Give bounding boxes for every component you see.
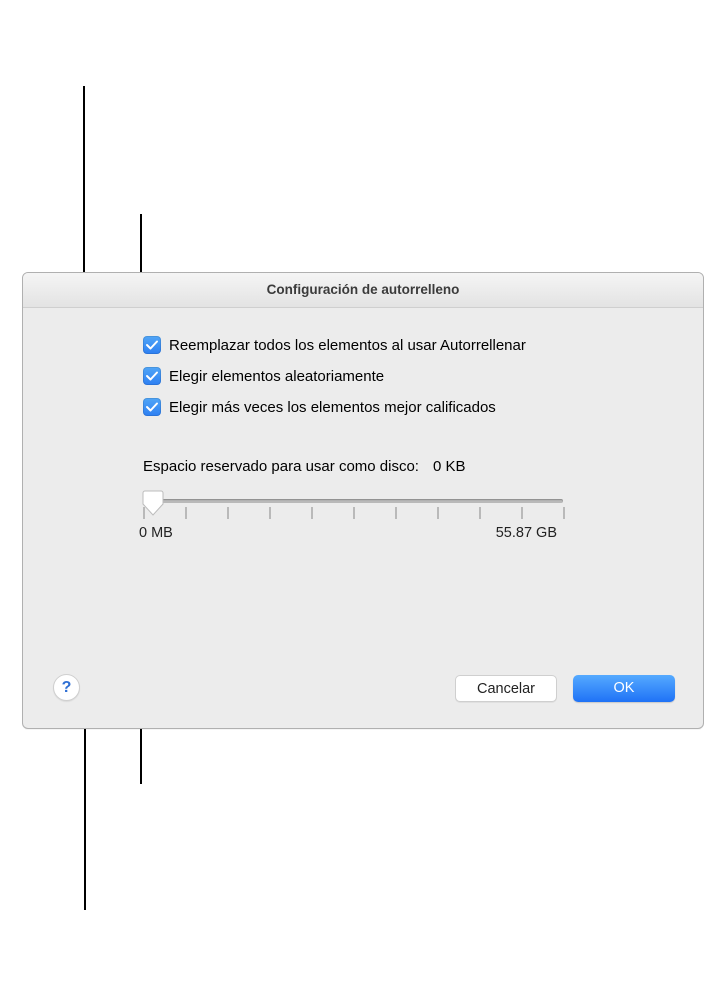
checkbox-row-rated[interactable]: Elegir más veces los elementos mejor cal… (143, 398, 673, 416)
dialog-title: Configuración de autorrelleno (23, 273, 703, 308)
disk-space-label-row: Espacio reservado para usar como disco: … (143, 458, 673, 475)
checkbox-random-label: Elegir elementos aleatoriamente (169, 368, 384, 385)
slider-ticks (143, 507, 563, 519)
checkmark-icon (145, 369, 159, 383)
help-button[interactable]: ? (53, 674, 80, 701)
help-icon: ? (62, 679, 72, 696)
slider-min-label: 0 MB (139, 525, 173, 541)
checkmark-icon (145, 400, 159, 414)
cancel-button-label: Cancelar (477, 681, 535, 697)
checkbox-rated-label: Elegir más veces los elementos mejor cal… (169, 399, 496, 416)
cancel-button[interactable]: Cancelar (455, 675, 557, 702)
checkbox-rated[interactable] (143, 398, 161, 416)
checkbox-row-random[interactable]: Elegir elementos aleatoriamente (143, 367, 673, 385)
slider-max-label: 55.87 GB (496, 525, 557, 541)
disk-space-label: Espacio reservado para usar como disco: (143, 458, 419, 475)
checkbox-replace-label: Reemplazar todos los elementos al usar A… (169, 337, 526, 354)
disk-space-value: 0 KB (433, 458, 466, 475)
checkbox-replace[interactable] (143, 336, 161, 354)
autofill-settings-dialog: Configuración de autorrelleno Reemplazar… (22, 272, 704, 729)
checkbox-row-replace[interactable]: Reemplazar todos los elementos al usar A… (143, 336, 673, 354)
ok-button-label: OK (614, 680, 635, 696)
ok-button[interactable]: OK (573, 675, 675, 702)
dialog-title-text: Configuración de autorrelleno (267, 282, 460, 297)
slider-track (143, 499, 563, 503)
checkmark-icon (145, 338, 159, 352)
disk-space-slider[interactable]: 0 MB 55.87 GB (143, 487, 563, 533)
checkbox-random[interactable] (143, 367, 161, 385)
